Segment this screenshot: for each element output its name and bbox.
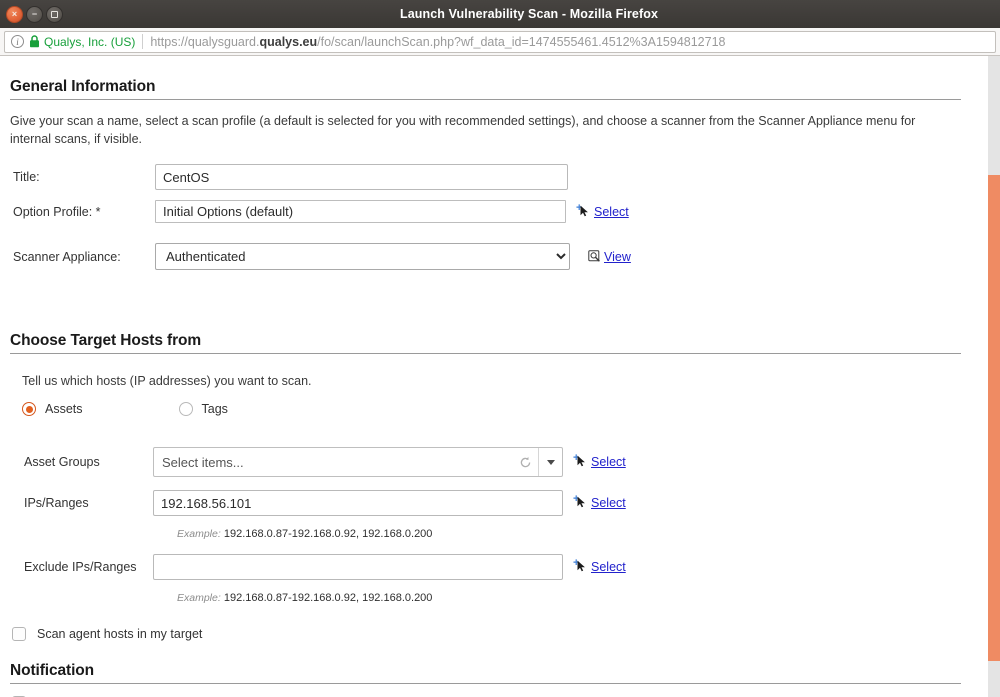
refresh-icon[interactable]	[512, 448, 538, 476]
exclude-ips-input[interactable]	[153, 554, 563, 581]
exclude-ips-row: Exclude IPs/Ranges + Select	[10, 554, 961, 581]
address-bar[interactable]: i Qualys, Inc. (US) https://qualysguard.…	[4, 30, 996, 53]
scan-agent-hosts-row[interactable]: Scan agent hosts in my target	[10, 627, 961, 642]
scrollbar-thumb[interactable]	[988, 175, 1000, 661]
minimize-button[interactable]: −	[26, 5, 43, 23]
exclude-ips-example: Example: 192.168.0.87-192.168.0.92, 192.…	[10, 592, 961, 604]
info-icon[interactable]: i	[11, 35, 24, 48]
scanner-appliance-label: Scanner Appliance:	[13, 249, 121, 264]
asset-groups-select-link[interactable]: Select	[591, 455, 626, 469]
scan-agent-hosts-checkbox[interactable]	[12, 627, 26, 642]
url-path: /fo/scan/launchScan.php?wf_data_id=14745…	[317, 34, 726, 49]
exclude-example-value: 192.168.0.87-192.168.0.92, 192.168.0.200	[223, 592, 433, 605]
ips-ranges-example: Example: 192.168.0.87-192.168.0.92, 192.…	[10, 528, 961, 540]
cursor-arrow-icon	[577, 496, 585, 508]
ips-ranges-select-link[interactable]: Select	[591, 496, 626, 510]
close-icon: ×	[11, 8, 18, 19]
window-title: Launch Vulnerability Scan - Mozilla Fire…	[0, 7, 1000, 21]
window-title-text: Launch Vulnerability Scan - Mozilla Fire…	[399, 7, 659, 21]
minimize-icon: −	[31, 8, 38, 19]
asset-groups-dropdown-button[interactable]	[538, 448, 562, 477]
select-cursor-icon: +	[573, 494, 589, 511]
exclude-ips-label: Exclude IPs/Ranges	[24, 560, 137, 575]
option-profile-select-link[interactable]: Select	[594, 205, 629, 219]
option-profile-row: Option Profile: * + Select	[10, 200, 961, 224]
scanner-appliance-view-link[interactable]: View	[604, 250, 631, 264]
maximize-button[interactable]	[46, 5, 63, 23]
view-icon	[588, 250, 600, 262]
url-host: qualys.eu	[259, 34, 318, 49]
padlock-icon	[30, 35, 39, 48]
chevron-down-icon	[546, 459, 555, 465]
ips-ranges-label: IPs/Ranges	[24, 496, 89, 511]
cursor-arrow-icon	[577, 455, 585, 467]
title-row: Title:	[10, 164, 961, 191]
cursor-arrow-icon	[580, 205, 588, 217]
target-description: Tell us which hosts (IP addresses) you w…	[22, 374, 312, 389]
url-text[interactable]: https://qualysguard.qualys.eu/fo/scan/la…	[150, 35, 725, 49]
scan-form: General Information Give your scan a nam…	[0, 56, 981, 697]
ips-ranges-input[interactable]	[153, 490, 563, 517]
ips-example-value: 192.168.0.87-192.168.0.92, 192.168.0.200	[223, 528, 433, 541]
asset-groups-placeholder-text: Select items...	[162, 454, 244, 470]
ips-example-label: Example:	[177, 528, 221, 541]
option-profile-input[interactable]	[155, 200, 566, 224]
site-identity-label: Qualys, Inc. (US)	[44, 34, 136, 49]
url-prefix: https://qualysguard.	[150, 34, 260, 49]
urlbar-divider	[142, 34, 144, 49]
title-label: Title:	[13, 170, 40, 185]
browser-toolbar: i Qualys, Inc. (US) https://qualysguard.…	[0, 28, 1000, 56]
asset-groups-multiselect[interactable]: Select items...	[153, 447, 563, 478]
radio-tags-label: Tags	[201, 402, 228, 417]
cursor-arrow-icon	[577, 560, 585, 572]
maximize-icon	[51, 10, 58, 18]
close-button[interactable]: ×	[6, 5, 23, 23]
asset-groups-label: Asset Groups	[24, 455, 100, 470]
option-profile-label: Option Profile: *	[13, 204, 101, 219]
choose-target-hosts-heading: Choose Target Hosts from	[10, 332, 961, 355]
radio-assets[interactable]	[22, 402, 36, 417]
scanner-appliance-row: Scanner Appliance: Authenticated View	[10, 243, 961, 271]
radio-tags[interactable]	[178, 402, 193, 417]
select-cursor-icon: +	[573, 453, 589, 470]
notification-heading: Notification	[10, 662, 961, 685]
select-cursor-icon: +	[573, 558, 589, 575]
ips-ranges-row: IPs/Ranges + Select	[10, 490, 961, 517]
window-titlebar: × − Launch Vulnerability Scan - Mozilla …	[0, 0, 1000, 28]
target-source-radio-group: Assets Tags	[10, 402, 961, 417]
asset-groups-row: Asset Groups Select items... + Select	[10, 447, 961, 478]
select-cursor-icon: +	[576, 202, 592, 220]
general-information-description: Give your scan a name, select a scan pro…	[10, 114, 916, 147]
exclude-ips-select-link[interactable]: Select	[591, 560, 626, 574]
exclude-example-label: Example:	[177, 592, 221, 605]
scan-agent-hosts-label: Scan agent hosts in my target	[37, 627, 203, 642]
page-viewport: General Information Give your scan a nam…	[0, 56, 1000, 697]
scan-title-input[interactable]	[155, 164, 568, 191]
scanner-appliance-select[interactable]: Authenticated	[155, 243, 570, 271]
page-scrollbar[interactable]	[988, 56, 1000, 697]
radio-assets-label: Assets	[45, 402, 83, 417]
general-information-heading: General Information	[10, 78, 961, 100]
